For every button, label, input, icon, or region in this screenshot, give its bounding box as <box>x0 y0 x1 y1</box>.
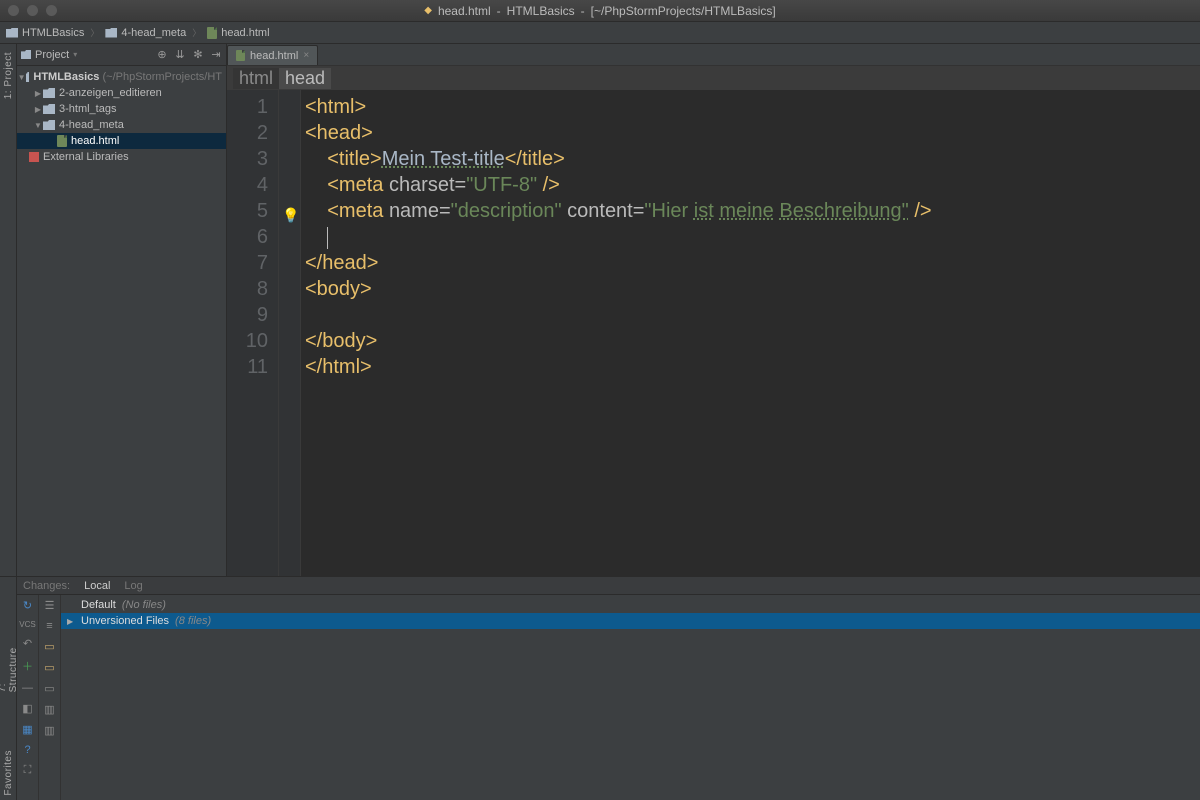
folder-icon <box>105 28 117 38</box>
add-icon[interactable]: ＋ <box>22 658 33 674</box>
tree-folder[interactable]: ▶ 2-anzeigen_editieren <box>17 85 226 101</box>
close-window-icon[interactable] <box>8 5 19 16</box>
vcs-tool-column-2: ☰ ≡ ▭ ▭ ▭ ▥ ▥ <box>39 595 61 800</box>
chevron-right-icon[interactable]: ▶ <box>33 105 43 114</box>
intention-bulb-icon[interactable]: 💡 <box>282 202 299 228</box>
version-control-panel: 7: Structure Favorites Changes: Local Lo… <box>0 576 1200 800</box>
editor-tabbar: head.html × <box>227 44 1200 66</box>
expand-icon[interactable]: ⛶ <box>24 764 32 777</box>
file-icon: ◆ <box>424 5 432 16</box>
close-tab-icon[interactable]: × <box>303 50 309 61</box>
vcs-tab-local[interactable]: Local <box>84 580 110 592</box>
show-icon[interactable]: ▭ <box>44 682 54 695</box>
crumb-html[interactable]: html <box>233 68 279 89</box>
details-icon[interactable]: ▥ <box>44 724 54 737</box>
undo-icon[interactable]: ↶ <box>23 637 32 650</box>
gear-icon[interactable]: ✻ <box>192 49 204 61</box>
editor-breadcrumb[interactable]: htmlhead <box>227 66 1200 90</box>
minimize-window-icon[interactable] <box>27 5 38 16</box>
hide-icon[interactable]: ⇥ <box>210 49 222 61</box>
tree-external-libraries[interactable]: External Libraries <box>17 149 226 165</box>
vcs-tab-bar: Changes: Local Log <box>17 577 1200 595</box>
html-file-icon <box>207 27 217 39</box>
tree-file-selected[interactable]: head.html <box>17 133 226 149</box>
breadcrumb-item[interactable]: HTMLBasics <box>6 27 84 39</box>
favorites-tool-button[interactable]: Favorites <box>3 746 14 800</box>
window-titlebar: ◆ head.html - HTMLBasics - [~/PhpStormPr… <box>0 0 1200 22</box>
editor-tab-active[interactable]: head.html × <box>227 45 318 65</box>
refresh-icon[interactable]: ↻ <box>23 599 32 612</box>
project-toolbar: Project ▾ ⊕ ⇊ ✻ ⇥ <box>17 44 226 66</box>
vcs-tool-column: ↻ VCS ↶ ＋ — ◧ ▦ ? ⛶ <box>17 595 39 800</box>
folder-icon <box>6 28 18 38</box>
title-path: [~/PhpStormProjects/HTMLBasics] <box>591 4 776 18</box>
folder-icon <box>26 72 30 82</box>
breadcrumb-item[interactable]: head.html <box>207 27 269 39</box>
project-tool-button[interactable]: 1: Project <box>3 48 14 103</box>
left-gutter-strip: 7: Structure Favorites <box>0 577 17 800</box>
chevron-right-icon[interactable]: ▶ <box>67 617 75 626</box>
project-toolbar-label: Project <box>35 49 69 61</box>
group-icon[interactable]: ☰ <box>45 599 55 612</box>
chevron-down-icon[interactable]: ▼ <box>33 121 43 130</box>
vcs-label-icon[interactable]: VCS <box>19 620 35 629</box>
remove-icon[interactable]: — <box>22 682 33 694</box>
chevron-right-icon: 〉 <box>90 26 99 39</box>
move-icon[interactable]: ▭ <box>44 661 54 674</box>
title-project: HTMLBasics <box>507 4 575 18</box>
project-icon <box>21 50 31 59</box>
html-file-icon <box>236 50 245 61</box>
structure-tool-button[interactable]: 7: Structure <box>0 643 19 696</box>
vcs-tab-label: Changes: <box>23 580 70 592</box>
breadcrumb-item[interactable]: 4-head_meta <box>105 27 186 39</box>
zoom-window-icon[interactable] <box>46 5 57 16</box>
tab-label: head.html <box>250 50 298 62</box>
window-title: ◆ head.html - HTMLBasics - [~/PhpStormPr… <box>424 4 775 18</box>
changelist-unversioned[interactable]: ▶ Unversioned Files (8 files) <box>61 613 1200 629</box>
text-cursor <box>327 227 328 249</box>
folder-icon <box>43 88 55 98</box>
libraries-icon <box>29 152 39 162</box>
changelist-default[interactable]: Default (No files) <box>61 597 1200 613</box>
diff-icon[interactable]: ◧ <box>22 702 32 715</box>
window-controls[interactable] <box>0 5 57 16</box>
tree-root[interactable]: ▼ HTMLBasics (~/PhpStormProjects/HT <box>17 69 226 85</box>
tree-folder[interactable]: ▼ 4-head_meta <box>17 117 226 133</box>
flatten-icon[interactable]: ≡ <box>46 620 52 632</box>
preview-icon[interactable]: ▥ <box>44 703 54 716</box>
help-icon[interactable]: ? <box>24 744 30 756</box>
folder-icon <box>43 104 55 114</box>
changes-list[interactable]: Default (No files) ▶ Unversioned Files (… <box>61 595 1200 800</box>
folder-icon <box>43 120 55 130</box>
chevron-right-icon: 〉 <box>192 26 201 39</box>
crumb-head[interactable]: head <box>279 68 331 89</box>
chevron-down-icon[interactable]: ▼ <box>18 73 26 82</box>
title-filename: head.html <box>438 4 491 18</box>
collapse-all-icon[interactable]: ⇊ <box>174 49 186 61</box>
html-file-icon <box>57 135 67 147</box>
scroll-from-source-icon[interactable]: ⊕ <box>156 49 168 61</box>
shelve-icon[interactable]: ▦ <box>22 723 32 736</box>
navigation-bar: HTMLBasics 〉 4-head_meta 〉 head.html <box>0 22 1200 44</box>
dropdown-icon[interactable]: ▾ <box>73 50 77 59</box>
tree-folder[interactable]: ▶ 3-html_tags <box>17 101 226 117</box>
changelist-icon[interactable]: ▭ <box>44 640 54 653</box>
vcs-tab-log[interactable]: Log <box>124 580 142 592</box>
chevron-right-icon[interactable]: ▶ <box>33 89 43 98</box>
